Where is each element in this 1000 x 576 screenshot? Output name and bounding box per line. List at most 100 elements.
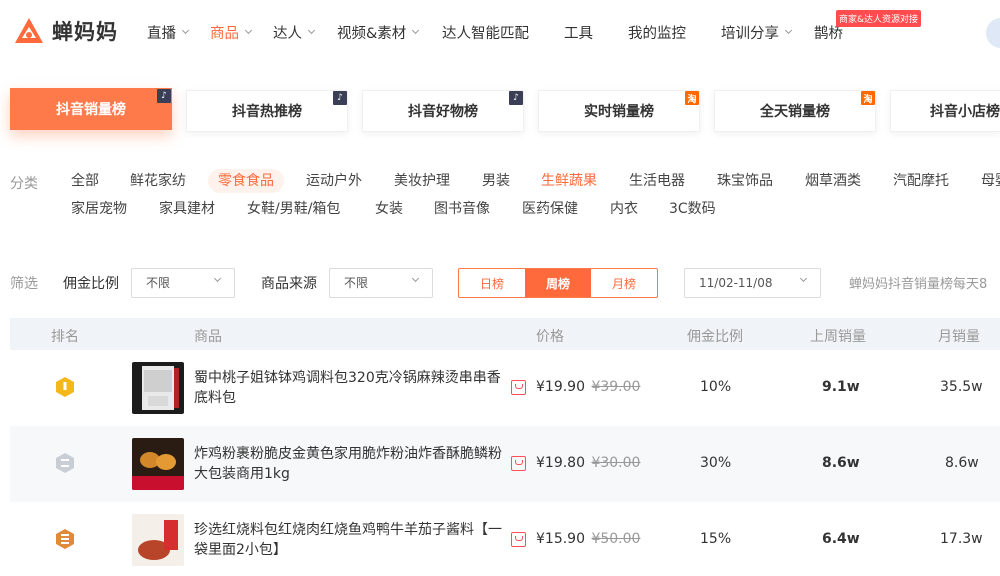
chevron-down-icon xyxy=(411,274,420,283)
category-item[interactable]: 内衣 xyxy=(610,197,638,221)
shop-bag-icon[interactable] xyxy=(511,380,526,395)
category-item[interactable]: 生活电器 xyxy=(629,169,685,193)
last-week-sales: 6.4w xyxy=(822,531,860,547)
shop-bag-icon[interactable] xyxy=(511,532,526,547)
tab-douyin-shop[interactable]: 抖音小店榜 xyxy=(890,90,1000,132)
commission-label: 佣金比例 xyxy=(63,276,119,292)
period-toggle: 日榜 周榜 月榜 xyxy=(458,268,658,298)
nav-item-products[interactable]: 商品 xyxy=(210,22,253,43)
last-week-sales: 8.6w xyxy=(822,455,860,471)
table-header: 排名 商品 价格 佣金比例 上周销量 月销量 xyxy=(10,318,1000,350)
price: ¥19.90 ¥39.00 xyxy=(536,379,641,395)
tab-allday-sales[interactable]: 全天销量榜 淘 xyxy=(714,90,876,132)
chevron-down-icon xyxy=(213,274,222,283)
tab-douyin-sales[interactable]: 抖音销量榜 ♪ xyxy=(10,88,172,130)
period-day-button[interactable]: 日榜 xyxy=(459,269,525,297)
header-rank: 排名 xyxy=(51,329,79,345)
tab-douyin-hot[interactable]: 抖音热推榜 ♪ xyxy=(186,90,348,132)
category-item[interactable]: 3C数码 xyxy=(669,197,716,221)
taobao-icon: 淘 xyxy=(685,91,699,105)
tab-douyin-goods[interactable]: 抖音好物榜 ♪ xyxy=(362,90,524,132)
header-price: 价格 xyxy=(536,329,564,345)
nav-item-videos[interactable]: 视频&素材 xyxy=(337,22,420,43)
shop-bag-icon[interactable] xyxy=(511,456,526,471)
price: ¥15.90 ¥50.00 xyxy=(536,531,641,547)
chevron-down-icon xyxy=(784,26,793,35)
category-item[interactable]: 运动户外 xyxy=(306,169,362,193)
category-item[interactable]: 女装 xyxy=(375,197,403,221)
category-item[interactable]: 医药保健 xyxy=(522,197,578,221)
top-nav: 蝉妈妈 直播 商品 达人 视频&素材 达人智能匹配 工具 我的监控 培训分享 鹊… xyxy=(0,0,1000,64)
nav-item-monitor[interactable]: 我的监控 xyxy=(628,22,686,43)
product-name[interactable]: 蜀中桃子姐钵钵鸡调料包320克冷锅麻辣烫串串香底料包 xyxy=(194,368,512,408)
update-note: 蝉妈妈抖音销量榜每天8 xyxy=(849,277,988,292)
category-item[interactable]: 美妆护理 xyxy=(394,169,450,193)
avatar[interactable] xyxy=(986,18,1000,48)
table-row[interactable]: 珍选红烧料包红烧肉红烧鱼鸡鸭牛羊茄子酱料【一袋里面2小包】 ¥15.90 ¥50… xyxy=(10,502,1000,576)
product-name[interactable]: 珍选红烧料包红烧肉红烧鱼鸡鸭牛羊茄子酱料【一袋里面2小包】 xyxy=(194,520,512,560)
monthly-sales: 35.5w xyxy=(940,379,983,395)
douyin-icon: ♪ xyxy=(509,91,523,105)
douyin-icon: ♪ xyxy=(333,91,347,105)
cicada-logo-icon xyxy=(15,18,43,43)
category-item[interactable]: 全部 xyxy=(71,169,99,193)
header-last-week-sales[interactable]: 上周销量 xyxy=(810,326,866,346)
douyin-icon: ♪ xyxy=(157,89,171,103)
category-item[interactable]: 女鞋/男鞋/箱包 xyxy=(247,197,340,221)
period-month-button[interactable]: 月榜 xyxy=(591,269,657,297)
filter-label: 筛选 xyxy=(10,276,38,292)
period-week-button[interactable]: 周榜 xyxy=(525,269,591,297)
last-week-sales: 9.1w xyxy=(822,379,860,395)
category-item[interactable]: 家具建材 xyxy=(159,197,215,221)
chevron-down-icon xyxy=(307,26,316,35)
nav-item-training[interactable]: 培训分享 xyxy=(721,22,793,43)
nav-item-smart-match[interactable]: 达人智能匹配 xyxy=(442,22,529,43)
category-item[interactable]: 母婴 xyxy=(981,169,1000,193)
commission-select[interactable]: 不限 xyxy=(131,268,235,298)
source-label: 商品来源 xyxy=(261,276,317,292)
header-monthly-sales[interactable]: 月销量 xyxy=(938,326,980,346)
product-name[interactable]: 炸鸡粉裹粉脆皮金黄色家用脆炸粉油炸香酥脆鳞粉大包装商用1kg xyxy=(194,444,512,484)
nav-item-influencers[interactable]: 达人 xyxy=(273,22,316,43)
braised-sauce-icon xyxy=(138,520,178,560)
category-item[interactable]: 烟草酒类 xyxy=(805,169,861,193)
price: ¥19.80 ¥30.00 xyxy=(536,455,641,471)
date-range-select[interactable]: 11/02-11/08 xyxy=(684,268,821,298)
silver-medal-icon xyxy=(56,453,74,473)
product-package-icon xyxy=(142,366,179,410)
commission-value: 15% xyxy=(700,531,732,547)
bronze-medal-icon xyxy=(56,529,74,549)
chevron-down-icon xyxy=(244,26,253,35)
category-item[interactable]: 图书音像 xyxy=(434,197,490,221)
category-label: 分类 xyxy=(10,176,38,192)
gold-medal-icon xyxy=(56,377,74,397)
tab-realtime-sales[interactable]: 实时销量榜 淘 xyxy=(538,90,700,132)
taobao-icon: 淘 xyxy=(861,91,875,105)
category-item-selected[interactable]: 零食食品 xyxy=(208,169,284,193)
product-image[interactable] xyxy=(132,514,184,566)
monthly-sales: 8.6w xyxy=(945,455,979,471)
category-item[interactable]: 男装 xyxy=(482,169,510,193)
category-item[interactable]: 生鲜蔬果 xyxy=(541,169,597,193)
category-item[interactable]: 珠宝饰品 xyxy=(717,169,773,193)
chevron-down-icon xyxy=(412,26,420,35)
nav-item-live[interactable]: 直播 xyxy=(147,22,190,43)
product-image[interactable] xyxy=(132,362,184,414)
chevron-down-icon xyxy=(181,26,190,35)
commission-value: 30% xyxy=(700,455,732,471)
product-image[interactable] xyxy=(132,438,184,490)
category-item[interactable]: 汽配摩托 xyxy=(893,169,949,193)
table-row[interactable]: 蜀中桃子姐钵钵鸡调料包320克冷锅麻辣烫串串香底料包 ¥19.90 ¥39.00… xyxy=(10,350,1000,426)
header-product: 商品 xyxy=(194,329,222,345)
header-commission[interactable]: 佣金比例 xyxy=(687,326,743,346)
resource-badge: 商家&达人资源对接 xyxy=(836,10,922,27)
category-item[interactable]: 家居宠物 xyxy=(71,197,127,221)
nav-item-tools[interactable]: 工具 xyxy=(564,22,593,43)
brand-name: 蝉妈妈 xyxy=(52,20,118,44)
table-row[interactable]: 炸鸡粉裹粉脆皮金黄色家用脆炸粉油炸香酥脆鳞粉大包装商用1kg ¥19.80 ¥3… xyxy=(10,426,1000,502)
fried-chicken-icon xyxy=(132,452,184,490)
logo[interactable]: 蝉妈妈 xyxy=(12,14,118,48)
chevron-down-icon xyxy=(799,274,808,283)
source-select[interactable]: 不限 xyxy=(329,268,433,298)
category-item[interactable]: 鲜花家纺 xyxy=(130,169,186,193)
